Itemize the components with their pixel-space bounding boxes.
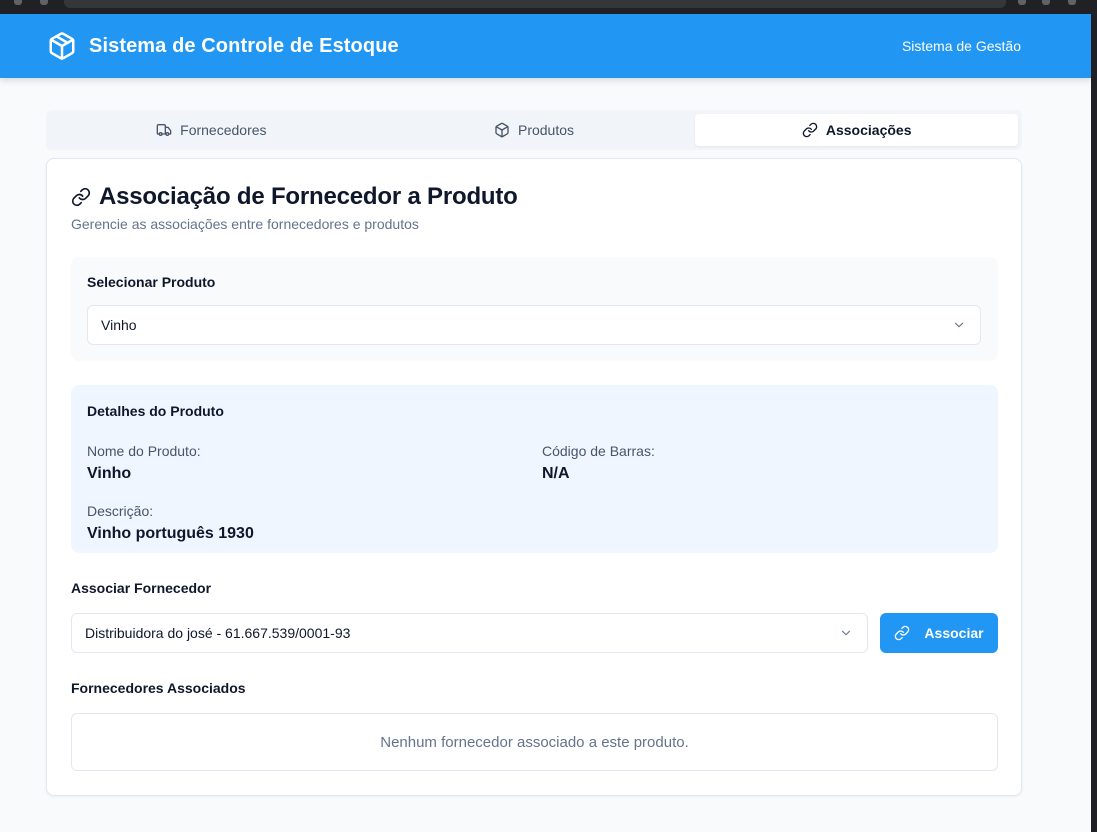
- tab-fornecedores[interactable]: Fornecedores: [50, 114, 373, 146]
- tab-associacoes[interactable]: Associações: [695, 114, 1019, 146]
- link-icon: [71, 187, 91, 207]
- product-name-label: Nome do Produto:: [87, 443, 201, 459]
- linked-suppliers-title: Fornecedores Associados: [71, 680, 246, 696]
- tab-produtos[interactable]: Produtos: [373, 114, 696, 146]
- supplier-select-value: Distribuidora do josé - 61.667.539/0001-…: [85, 625, 351, 641]
- app-window: Sistema de Controle de Estoque Sistema d…: [0, 0, 1097, 832]
- empty-message: Nenhum fornecedor associado a este produ…: [380, 733, 689, 751]
- details-title: Detalhes do Produto: [87, 403, 224, 419]
- card-header: Associação de Fornecedor a Produto: [71, 183, 518, 211]
- reload-icon[interactable]: [40, 0, 48, 5]
- chevron-down-icon: [841, 630, 851, 636]
- product-details-panel: Detalhes do Produto Nome do Produto: Vin…: [71, 385, 998, 553]
- product-select-value: Vinho: [101, 317, 137, 333]
- association-card: Associação de Fornecedor a Produto Geren…: [46, 158, 1022, 796]
- link-icon: [895, 625, 910, 641]
- description-value: Vinho português 1930: [87, 525, 254, 542]
- header-subtitle: Sistema de Gestão: [901, 38, 1021, 54]
- truck-icon: [156, 124, 172, 136]
- product-select-label: Selecionar Produto: [87, 274, 216, 290]
- extension-icon[interactable]: [1068, 0, 1076, 5]
- extension-icon[interactable]: [1018, 0, 1026, 5]
- card-description: Gerencie as associações entre fornecedor…: [71, 216, 419, 232]
- supplier-select[interactable]: Distribuidora do josé - 61.667.539/0001-…: [71, 613, 868, 653]
- address-bar[interactable]: [64, 0, 1006, 8]
- app-header: Sistema de Controle de Estoque Sistema d…: [0, 14, 1091, 78]
- product-select-panel: Selecionar Produto Vinho: [71, 257, 998, 361]
- tab-label: Produtos: [517, 122, 575, 138]
- linked-suppliers-empty: Nenhum fornecedor associado a este produ…: [71, 713, 998, 771]
- chevron-down-icon: [954, 322, 964, 328]
- associate-button-label: Associar: [924, 625, 984, 641]
- browser-toolbar: [0, 0, 1097, 14]
- description-label: Descrição:: [87, 503, 154, 519]
- associate-button[interactable]: Associar: [880, 613, 998, 653]
- barcode-value: N/A: [542, 465, 570, 482]
- window-edge: [1091, 0, 1097, 832]
- tab-label: Associações: [825, 122, 912, 138]
- tab-list: Fornecedores Produtos Associações: [46, 110, 1022, 150]
- card-title: Associação de Fornecedor a Produto: [99, 183, 518, 210]
- product-select[interactable]: Vinho: [87, 305, 981, 345]
- product-name-value: Vinho: [87, 465, 132, 482]
- tab-label: Fornecedores: [180, 122, 267, 138]
- barcode-label: Código de Barras:: [542, 443, 655, 459]
- supplier-select-label: Associar Fornecedor: [71, 580, 212, 596]
- extension-icon[interactable]: [1042, 0, 1050, 5]
- brand: Sistema de Controle de Estoque: [47, 31, 399, 61]
- back-icon[interactable]: [14, 0, 22, 5]
- link-icon: [802, 122, 818, 138]
- app-title: Sistema de Controle de Estoque: [89, 34, 399, 57]
- package-icon: [49, 32, 75, 60]
- package-icon: [495, 122, 509, 138]
